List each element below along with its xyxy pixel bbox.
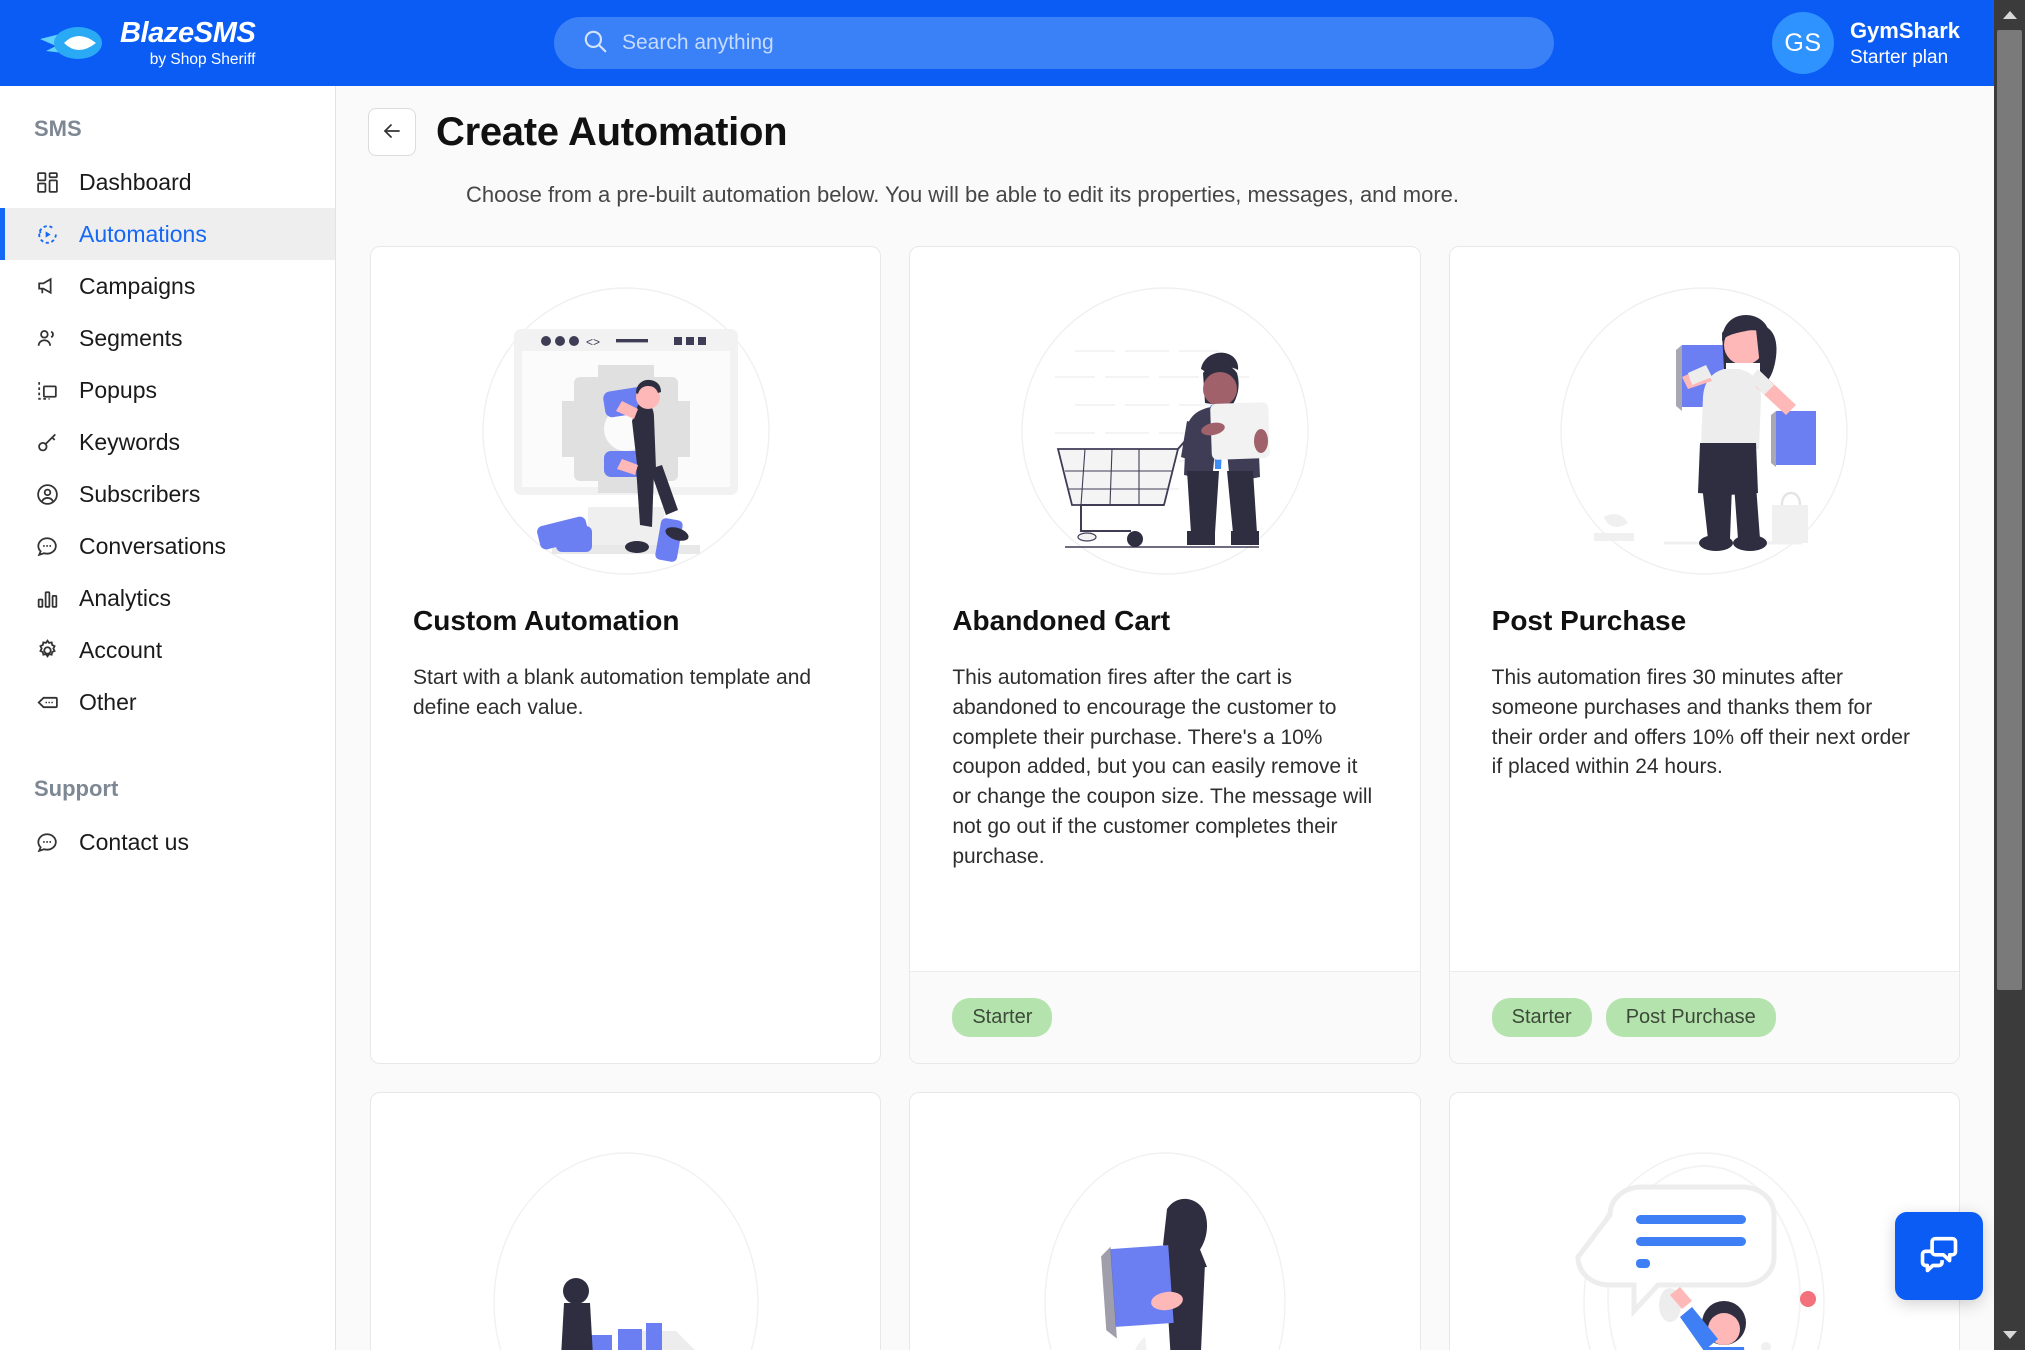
megaphone-icon	[34, 273, 61, 300]
sidebar-item-label: Subscribers	[79, 480, 201, 507]
brand-logo[interactable]: BlazeSMS by Shop Sheriff	[0, 0, 336, 86]
person-with-delivery-truck-icon	[371, 1093, 880, 1350]
woman-with-speech-bubble-icon	[1450, 1093, 1959, 1350]
dashboard-grid-icon	[34, 169, 61, 196]
blaze-comet-logo-icon	[34, 19, 106, 67]
search-box[interactable]	[553, 17, 1554, 69]
woman-holding-package-box-icon	[910, 1093, 1419, 1350]
back-button[interactable]	[368, 108, 416, 156]
sidebar-item-campaigns[interactable]: Campaigns	[0, 260, 335, 312]
people-icon	[34, 325, 61, 352]
search-input[interactable]	[621, 31, 1526, 55]
card-tags	[371, 971, 880, 1063]
sidebar-item-label: Popups	[79, 376, 158, 403]
user-menu[interactable]: GS GymShark Starter plan	[1771, 12, 1994, 74]
person-building-webpage-gear-icon: <>	[371, 247, 880, 577]
top-header-bar: BlazeSMS by Shop Sheriff GS GymShark Sta…	[0, 0, 1994, 86]
automation-card-next-2[interactable]	[909, 1092, 1421, 1350]
gear-icon	[34, 637, 61, 664]
sidebar-item-label: Segments	[79, 324, 183, 351]
sidebar-item-label: Account	[79, 636, 163, 663]
sidebar-item-subscribers[interactable]: Subscribers	[0, 468, 335, 520]
card-title: Custom Automation	[413, 605, 680, 636]
sidebar-item-label: Campaigns	[79, 272, 196, 299]
sidebar-item-keywords[interactable]: Keywords	[0, 416, 335, 468]
user-plan: Starter plan	[1849, 46, 1949, 68]
card-tags: Starter Post Purchase	[1449, 971, 1959, 1063]
automation-card-grid: <> Custom Automation Start with a blank …	[336, 208, 1994, 1350]
arrow-left-icon	[380, 119, 404, 146]
chat-widget-button[interactable]	[1895, 1212, 1983, 1300]
sidebar-item-account[interactable]: Account	[0, 624, 335, 676]
card-title: Abandoned Cart	[952, 605, 1171, 636]
sidebar-item-label: Other	[79, 688, 137, 715]
page-subtitle: Choose from a pre-built automation below…	[466, 182, 1459, 207]
scroll-up-arrow-icon[interactable]	[1994, 0, 2025, 30]
sidebar-item-analytics[interactable]: Analytics	[0, 572, 335, 624]
svg-text:<>: <>	[586, 335, 600, 349]
automation-card-next-1[interactable]	[370, 1092, 882, 1350]
status-badge: Post Purchase	[1605, 998, 1776, 1037]
sidebar-item-conversations[interactable]: Conversations	[0, 520, 335, 572]
sidebar-item-label: Contact us	[79, 828, 189, 855]
automation-card-post-purchase[interactable]: Post Purchase This automation fires 30 m…	[1448, 246, 1960, 1064]
sidebar-item-segments[interactable]: Segments	[0, 312, 335, 364]
card-description: This automation fires after the cart is …	[952, 666, 1373, 868]
chat-bubble-icon	[34, 533, 61, 560]
sidebar-item-label: Keywords	[79, 428, 180, 455]
user-name: GymShark	[1849, 17, 1960, 43]
bar-chart-icon	[34, 585, 61, 612]
main-content: Create Automation Choose from a pre-buil…	[336, 80, 1994, 1350]
scrollbar-thumb[interactable]	[1997, 30, 2022, 990]
user-circle-icon	[34, 481, 61, 508]
sidebar-item-label: Conversations	[79, 532, 227, 559]
automation-card-custom[interactable]: <> Custom Automation Start with a blank …	[370, 246, 882, 1064]
vertical-scrollbar[interactable]	[1994, 0, 2025, 1350]
scroll-down-arrow-icon[interactable]	[1994, 1320, 2025, 1350]
sidebar-item-dashboard[interactable]: Dashboard	[0, 156, 335, 208]
card-body: Custom Automation Start with a blank aut…	[371, 577, 880, 971]
sidebar-item-label: Automations	[79, 220, 207, 247]
card-body: Post Purchase This automation fires 30 m…	[1450, 577, 1959, 971]
brand-name: BlazeSMS	[120, 16, 256, 49]
tag-icon	[34, 689, 61, 716]
chat-bubbles-icon	[1916, 1231, 1962, 1282]
sidebar-item-popups[interactable]: Popups	[0, 364, 335, 416]
person-with-shopping-cart-icon	[910, 247, 1419, 577]
chat-bubble-icon	[34, 829, 61, 856]
card-tags: Starter	[910, 971, 1420, 1063]
sidebar-item-other[interactable]: Other	[0, 676, 335, 728]
page-header: Create Automation	[336, 80, 1994, 156]
sidebar: SMS Dashboard Automations Campaigns Segm…	[0, 80, 336, 1350]
popup-window-icon	[34, 377, 61, 404]
search-container	[336, 17, 1772, 69]
sidebar-section-sms: SMS	[34, 116, 82, 141]
card-title: Post Purchase	[1491, 605, 1687, 636]
sidebar-item-label: Dashboard	[79, 168, 192, 195]
page-title: Create Automation	[436, 109, 788, 154]
brand-subtitle: by Shop Sheriff	[149, 50, 256, 68]
card-description: This automation fires 30 minutes after s…	[1491, 666, 1910, 779]
sidebar-item-label: Analytics	[79, 584, 172, 611]
automation-card-abandoned-cart[interactable]: Abandoned Cart This automation fires aft…	[909, 246, 1421, 1064]
automation-card-next-3[interactable]	[1448, 1092, 1960, 1350]
status-badge: Starter	[1491, 998, 1592, 1037]
sidebar-item-contact-us[interactable]: Contact us	[0, 816, 335, 868]
card-body: Abandoned Cart This automation fires aft…	[910, 577, 1419, 971]
avatar: GS	[1771, 12, 1834, 74]
status-badge: Starter	[952, 998, 1053, 1037]
woman-holding-shopping-bags-icon	[1450, 247, 1959, 577]
key-icon	[34, 429, 61, 456]
card-description: Start with a blank automation template a…	[413, 666, 812, 719]
automation-replay-icon	[34, 221, 61, 248]
sidebar-item-automations[interactable]: Automations	[0, 208, 335, 260]
search-icon	[582, 28, 608, 59]
sidebar-section-support: Support	[34, 776, 119, 801]
